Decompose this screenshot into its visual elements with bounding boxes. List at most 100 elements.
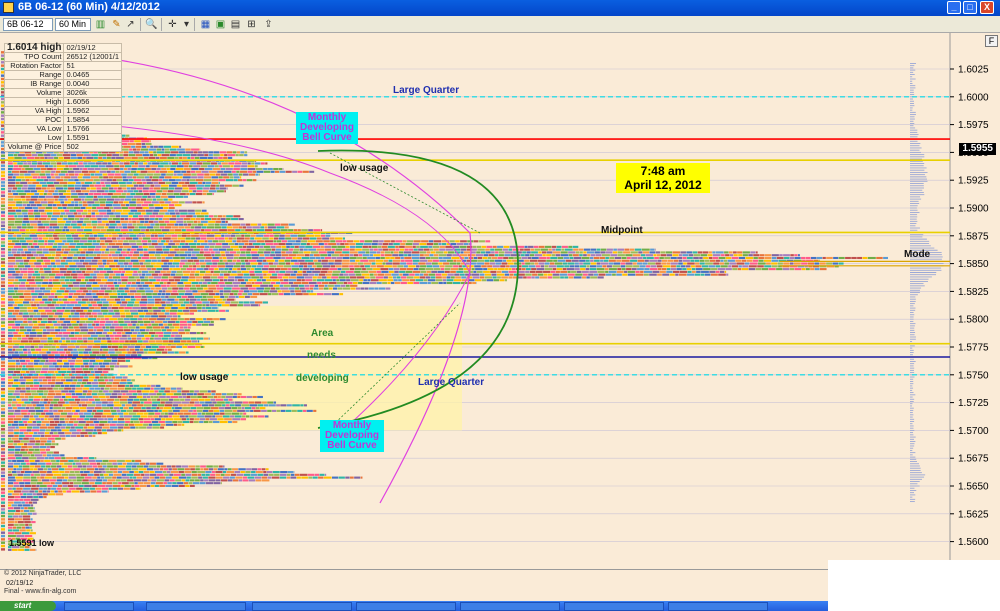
tpo-block xyxy=(53,181,60,184)
tpo-block xyxy=(245,229,253,232)
tpo-block xyxy=(162,179,169,182)
tpo-block xyxy=(107,306,112,310)
tpo-block xyxy=(764,254,772,257)
tpo-block xyxy=(314,268,322,271)
tpo-block xyxy=(33,240,38,243)
tpo-block xyxy=(581,270,589,273)
crosshair-icon[interactable]: ✛ xyxy=(166,18,179,31)
tpo-block xyxy=(121,251,126,254)
tpo-block xyxy=(486,245,493,248)
interval-selector[interactable]: 60 Min xyxy=(55,18,91,31)
tpo-block xyxy=(154,284,161,287)
tpo-block xyxy=(589,265,597,268)
tpo-block xyxy=(155,351,162,354)
tpo-block xyxy=(130,320,138,323)
close-button[interactable]: X xyxy=(980,1,994,14)
tpo-block xyxy=(512,248,520,251)
tpo-block xyxy=(771,254,779,257)
tpo-block xyxy=(279,270,286,273)
tpo-block xyxy=(139,326,146,329)
grid-icon[interactable]: ⊞ xyxy=(245,18,258,31)
zoom-icon[interactable]: 🔍 xyxy=(145,18,158,31)
tpo-block xyxy=(306,243,310,246)
tpo-block xyxy=(271,251,275,254)
tpo-block xyxy=(150,262,156,265)
tpo-block xyxy=(216,243,222,246)
tpo-block xyxy=(28,312,37,315)
tpo-block xyxy=(120,304,127,307)
tpo-block xyxy=(318,251,327,254)
tpo-block xyxy=(235,229,241,232)
tpo-block xyxy=(177,309,183,312)
tpo-block xyxy=(228,243,235,246)
tpo-block xyxy=(732,268,738,271)
tpo-block xyxy=(155,251,164,254)
pencil-icon[interactable]: ✎ xyxy=(110,18,123,31)
tpo-block xyxy=(586,251,595,254)
market-profile-chart[interactable]: 1.60251.60001.59751.59501.59251.59001.58… xyxy=(0,33,1000,569)
tpo-block xyxy=(312,265,317,268)
tpo-block xyxy=(16,201,23,204)
tpo-block xyxy=(118,201,124,204)
tpo-block xyxy=(109,295,118,298)
tpo-block xyxy=(82,156,86,159)
tpo-block xyxy=(195,318,203,321)
instrument-selector[interactable]: 6B 06-12 xyxy=(3,18,53,31)
tpo-block xyxy=(140,306,147,310)
tpo-block xyxy=(305,279,313,282)
tpo-block xyxy=(8,262,16,265)
tpo-block xyxy=(655,262,661,265)
tpo-block xyxy=(67,184,75,187)
tpo-block xyxy=(88,362,93,365)
tpo-block xyxy=(64,295,68,298)
tpo-block xyxy=(197,256,206,260)
tpo-block xyxy=(245,284,253,287)
tpo-block xyxy=(60,201,65,204)
profile-row xyxy=(8,212,209,215)
tpo-block xyxy=(568,245,573,248)
tpo-block xyxy=(715,265,721,268)
strategy-icon[interactable]: ▣ xyxy=(214,18,227,31)
tpo-block xyxy=(156,167,161,171)
tpo-block xyxy=(261,243,266,246)
tpo-block xyxy=(145,234,151,237)
maximize-button[interactable]: □ xyxy=(963,1,977,14)
profile-row xyxy=(8,223,295,226)
tpo-block xyxy=(187,340,192,343)
tpo-block xyxy=(757,265,764,268)
tpo-block xyxy=(687,262,695,265)
tpo-block xyxy=(11,326,20,329)
tpo-block xyxy=(197,320,204,323)
tpo-block xyxy=(208,190,217,193)
chevron-down-icon[interactable]: ▾ xyxy=(180,18,193,31)
pin-icon[interactable]: ⇪ xyxy=(262,18,275,31)
tpo-block xyxy=(278,262,286,265)
tpo-block xyxy=(221,226,227,229)
tpo-block xyxy=(53,167,57,171)
properties-icon[interactable]: ▦ xyxy=(199,18,212,31)
tpo-block xyxy=(208,215,214,218)
tpo-block xyxy=(405,270,413,273)
tpo-block xyxy=(158,323,163,326)
tpo-block xyxy=(96,301,102,304)
tpo-block xyxy=(102,312,108,315)
tpo-block xyxy=(122,334,127,337)
tpo-block xyxy=(38,240,45,243)
tpo-block xyxy=(108,312,115,315)
tpo-block xyxy=(555,270,560,273)
profile-row xyxy=(8,281,477,285)
tpo-block xyxy=(315,240,323,243)
tpo-block xyxy=(235,295,239,298)
tpo-block xyxy=(83,273,90,276)
tpo-block xyxy=(260,226,264,229)
tpo-block xyxy=(161,276,168,279)
tpo-block xyxy=(114,173,121,176)
data-box-icon[interactable]: ▤ xyxy=(229,18,242,31)
minimize-button[interactable]: _ xyxy=(947,1,961,14)
tpo-block xyxy=(106,156,111,159)
bars-icon[interactable]: ▥ xyxy=(94,18,107,31)
tpo-block xyxy=(659,270,666,273)
draw-tool-icon[interactable]: ↗ xyxy=(124,18,137,31)
tpo-block xyxy=(250,304,259,307)
tpo-block xyxy=(195,179,204,182)
